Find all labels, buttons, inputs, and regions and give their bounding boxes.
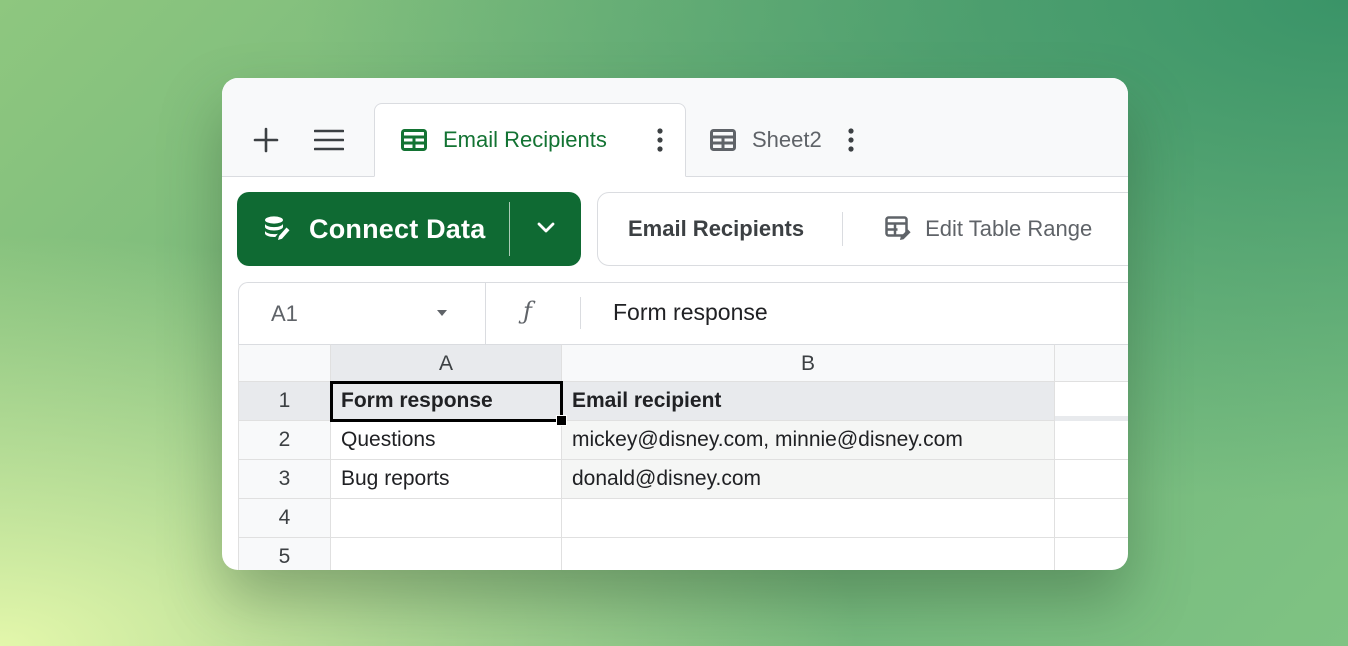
tab-more-icon[interactable] (848, 128, 854, 152)
cell-a5[interactable] (331, 538, 562, 570)
edit-table-range-button[interactable]: Edit Table Range (925, 216, 1092, 242)
name-box[interactable]: A1 (271, 301, 298, 327)
row-header[interactable]: 5 (238, 538, 331, 570)
button-divider (509, 202, 510, 256)
cell-a2[interactable]: Questions (331, 421, 562, 460)
divider (580, 297, 581, 329)
table-selector: Email Recipients Edit Table Range (597, 192, 1128, 266)
sheet-tab-bar: Email Recipients Sheet2 (222, 78, 1128, 177)
row-header[interactable]: 4 (238, 499, 331, 538)
database-edit-icon (263, 215, 291, 243)
column-header-a[interactable]: A (331, 344, 562, 382)
cell-b2[interactable]: mickey@disney.com, minnie@disney.com (562, 421, 1055, 460)
divider (485, 283, 486, 345)
caret-down-icon[interactable] (437, 310, 447, 316)
tab-email-recipients[interactable]: Email Recipients (374, 103, 686, 177)
cell-b1[interactable]: Email recipient (562, 382, 1055, 421)
cell-b4[interactable] (562, 499, 1055, 538)
tab-label: Email Recipients (443, 127, 607, 152)
connect-data-button[interactable]: Connect Data (237, 192, 581, 266)
cell-a4[interactable] (331, 499, 562, 538)
app-window: Email Recipients Sheet2 Connect Data Ema… (222, 78, 1128, 570)
cell-c4[interactable] (1055, 499, 1128, 538)
table-grid-icon (401, 129, 427, 151)
row-header[interactable]: 1 (238, 382, 331, 421)
select-all-corner[interactable] (238, 344, 331, 382)
chevron-down-icon[interactable] (535, 216, 557, 240)
cell-c5[interactable] (1055, 538, 1128, 570)
column-header-b[interactable]: B (562, 344, 1055, 382)
formula-bar: A1 ƒ Form response (238, 282, 1128, 345)
cell-a3[interactable]: Bug reports (331, 460, 562, 499)
cell-c3[interactable] (1055, 460, 1128, 499)
column-header-c[interactable] (1055, 344, 1128, 382)
tab-sheet2[interactable]: Sheet2 (710, 104, 890, 176)
fill-handle[interactable] (556, 415, 567, 426)
table-grid-icon (710, 129, 736, 151)
formula-input[interactable]: Form response (613, 299, 768, 326)
divider (842, 212, 844, 246)
cell-selection-outline (330, 381, 563, 422)
row-header[interactable]: 3 (238, 460, 331, 499)
tab-label: Sheet2 (752, 127, 822, 152)
row-header[interactable]: 2 (238, 421, 331, 460)
cell-c2[interactable] (1055, 421, 1128, 460)
cell-c1[interactable] (1055, 382, 1128, 421)
table-edit-icon[interactable] (885, 216, 913, 242)
function-icon: ƒ (523, 297, 532, 325)
cell-b5[interactable] (562, 538, 1055, 570)
hamburger-menu-icon[interactable] (311, 122, 347, 158)
tab-more-icon[interactable] (657, 128, 663, 152)
cell-b3[interactable]: donald@disney.com (562, 460, 1055, 499)
spreadsheet-grid: A B 1 Form response Email recipient 2 Qu… (238, 344, 1128, 570)
plus-icon[interactable] (248, 122, 284, 158)
connect-data-label: Connect Data (309, 213, 486, 244)
table-name[interactable]: Email Recipients (628, 216, 804, 242)
